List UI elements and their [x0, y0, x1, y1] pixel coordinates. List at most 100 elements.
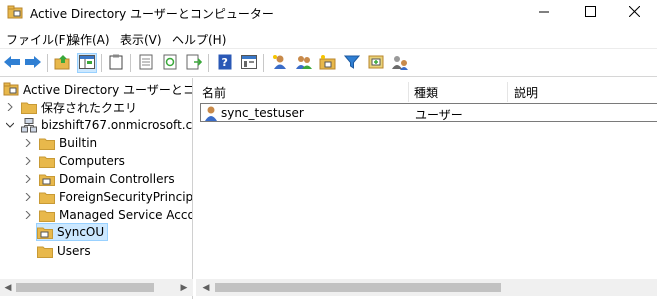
- tree-item-foreign-security-principals[interactable]: ForeignSecurityPrincipals: [23, 188, 193, 206]
- ad-console-icon: [3, 82, 19, 96]
- refresh-button[interactable]: [160, 53, 180, 73]
- minimize-button[interactable]: [521, 0, 567, 26]
- tree-item-managed-service-accounts[interactable]: Managed Service Accoun: [23, 206, 192, 224]
- tree-item-label: Managed Service Accoun: [59, 208, 192, 222]
- menu-bar: ファイル(F) 操作(A) 表示(V) ヘルプ(H): [0, 27, 657, 48]
- tree-horizontal-scrollbar[interactable]: ◀ ▶: [0, 279, 193, 296]
- copy-button[interactable]: [106, 53, 126, 73]
- refresh-icon: [163, 54, 177, 73]
- help-button[interactable]: ?: [215, 53, 235, 73]
- up-button[interactable]: [53, 53, 73, 73]
- scroll-right-icon[interactable]: ▶: [177, 281, 191, 294]
- chevron-right-icon[interactable]: [23, 138, 33, 148]
- svg-text:?: ?: [222, 56, 228, 69]
- add-to-group-icon: [368, 54, 384, 73]
- tree-item-builtin[interactable]: Builtin: [23, 134, 97, 152]
- tree-item-label: bizshift767.onmicrosoft.com: [41, 118, 193, 132]
- folder-icon: [39, 136, 55, 150]
- scroll-left-icon[interactable]: ◀: [199, 281, 213, 294]
- scroll-left-icon[interactable]: ◀: [1, 281, 15, 294]
- clipboard-icon: [109, 54, 123, 73]
- tree-item-computers[interactable]: Computers: [23, 152, 125, 170]
- chevron-down-icon[interactable]: [5, 120, 15, 130]
- tree-item-label: Domain Controllers: [59, 172, 175, 186]
- menu-view[interactable]: 表示(V): [120, 31, 162, 48]
- tree-item-label: Computers: [59, 154, 125, 168]
- console-button[interactable]: [239, 53, 259, 73]
- add-to-group-button[interactable]: [366, 53, 386, 73]
- tree-item-domain[interactable]: bizshift767.onmicrosoft.com: [5, 116, 193, 134]
- chevron-right-icon[interactable]: [23, 210, 33, 220]
- chevron-right-icon[interactable]: [23, 192, 33, 202]
- menu-help[interactable]: ヘルプ(H): [172, 31, 226, 48]
- domain-icon: [21, 117, 37, 132]
- ad-console-icon: [7, 5, 23, 19]
- forward-button[interactable]: [23, 53, 43, 73]
- tree-item-label: 保存されたクエリ: [41, 100, 138, 115]
- filter-icon: [343, 54, 361, 73]
- list-horizontal-scrollbar[interactable]: ◀: [196, 279, 657, 296]
- menu-file[interactable]: ファイル(F): [6, 31, 70, 48]
- tree-item-users[interactable]: Users: [37, 242, 91, 260]
- maximize-button[interactable]: [567, 0, 613, 26]
- export-list-icon: [186, 54, 203, 73]
- title-bar: Active Directory ユーザーとコンピューター: [0, 0, 657, 26]
- menu-action[interactable]: 操作(A): [68, 31, 110, 48]
- tree-item-label: ForeignSecurityPrincipals: [59, 190, 193, 204]
- help-icon: ?: [218, 54, 232, 73]
- tree-item-syncou[interactable]: SyncOU: [36, 223, 109, 241]
- maximize-icon: [584, 6, 596, 20]
- forward-arrow-icon: [24, 55, 42, 72]
- chevron-right-icon[interactable]: [23, 156, 33, 166]
- folder-icon: [39, 208, 55, 222]
- chevron-right-icon[interactable]: [23, 174, 33, 184]
- back-arrow-icon: [3, 55, 21, 72]
- toolbar: ?: [0, 48, 657, 77]
- back-button[interactable]: [2, 53, 22, 73]
- new-group-icon: [295, 54, 313, 73]
- close-icon: [628, 5, 640, 20]
- chevron-right-icon[interactable]: [5, 102, 15, 112]
- tree-root-label: Active Directory ユーザーとコンピュー: [23, 82, 192, 97]
- list-item[interactable]: sync_testuser ユーザー: [200, 103, 657, 122]
- tree-item-domain-controllers[interactable]: Domain Controllers: [23, 170, 175, 188]
- column-header-description[interactable]: 説明: [508, 82, 657, 102]
- user-name: sync_testuser: [221, 106, 304, 120]
- minimize-icon: [538, 6, 550, 20]
- details-pane[interactable]: 名前 種類 説明 sync_testuser ユーザー: [196, 78, 657, 299]
- tree-root[interactable]: Active Directory ユーザーとコンピュー: [3, 80, 192, 98]
- export-list-button[interactable]: [184, 53, 204, 73]
- ou-icon: [37, 225, 53, 239]
- properties-button[interactable]: [136, 53, 156, 73]
- scroll-thumb[interactable]: [215, 283, 501, 292]
- new-group-button[interactable]: [294, 53, 314, 73]
- user-icon: [203, 105, 219, 124]
- new-ou-button[interactable]: [318, 53, 338, 73]
- delegate-control-button[interactable]: [390, 53, 410, 73]
- folder-icon: [39, 190, 55, 204]
- delegate-control-icon: [391, 54, 409, 73]
- new-user-button[interactable]: [270, 53, 290, 73]
- show-console-tree-icon: [79, 54, 95, 72]
- folder-icon: [37, 244, 53, 258]
- tree-item-label: Users: [57, 244, 91, 258]
- column-header-type[interactable]: 種類: [408, 82, 508, 102]
- ou-icon: [39, 172, 55, 186]
- up-folder-icon: [54, 54, 72, 73]
- tree-item-saved-queries[interactable]: 保存されたクエリ: [5, 98, 137, 116]
- close-button[interactable]: [611, 0, 657, 26]
- tree-item-label: Builtin: [59, 136, 98, 150]
- user-type: ユーザー: [415, 108, 463, 122]
- new-user-icon: [272, 54, 288, 73]
- tree-item-label: SyncOU: [57, 225, 105, 239]
- column-header-name[interactable]: 名前: [196, 82, 408, 102]
- new-ou-icon: [319, 54, 337, 73]
- folder-icon: [39, 154, 55, 168]
- console-tree[interactable]: Active Directory ユーザーとコンピュー 保存されたクエリ biz…: [0, 78, 193, 299]
- properties-icon: [139, 54, 153, 73]
- window-title: Active Directory ユーザーとコンピューター: [30, 7, 274, 21]
- filter-button[interactable]: [342, 53, 362, 73]
- console-icon: [241, 54, 257, 72]
- scroll-thumb[interactable]: [16, 283, 154, 292]
- show-console-tree-button[interactable]: [77, 53, 97, 73]
